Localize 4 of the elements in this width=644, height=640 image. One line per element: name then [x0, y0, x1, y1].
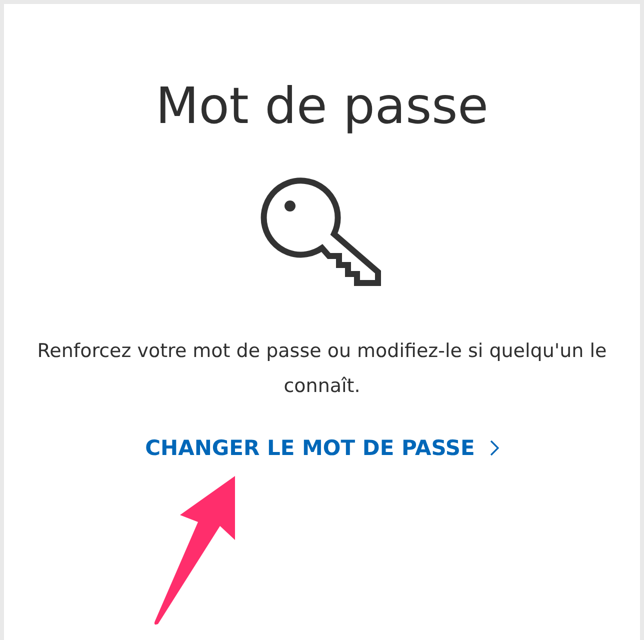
page-title: Mot de passe	[156, 76, 488, 136]
change-password-link[interactable]: CHANGER LE MOT DE PASSE	[145, 436, 499, 460]
description-text: Renforcez votre mot de passe ou modifiez-le si quelqu'un le connaît.	[36, 339, 608, 399]
chevron-icon	[488, 440, 499, 456]
